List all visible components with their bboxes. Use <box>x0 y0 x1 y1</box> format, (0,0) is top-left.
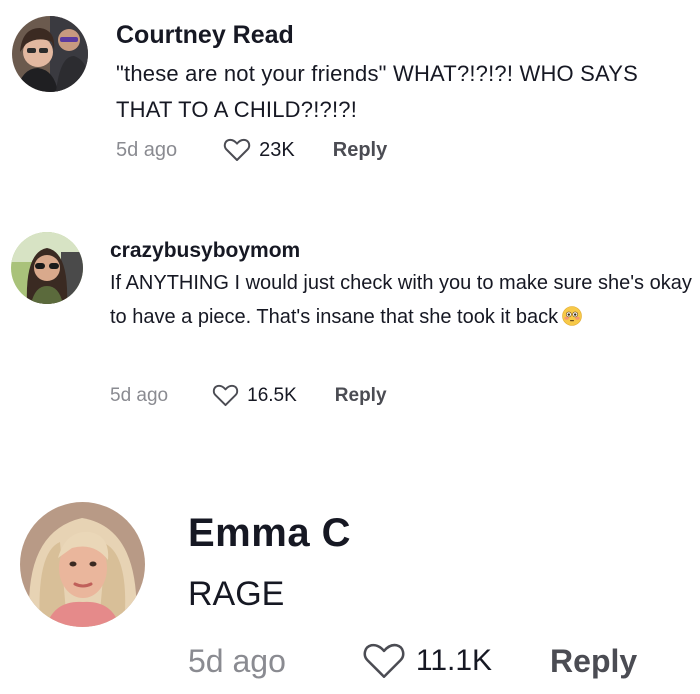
user-avatar-icon <box>11 232 83 304</box>
comment-item: Emma C RAGE 5d ago 11.1K Reply <box>0 490 700 694</box>
comment-meta: 5d ago 23K Reply <box>116 138 387 162</box>
heart-outline-icon <box>223 138 251 161</box>
comment-username[interactable]: crazybusyboymom <box>110 236 700 266</box>
avatar[interactable] <box>20 502 145 627</box>
comment-item: crazybusyboymom If ANYTHING I would just… <box>0 220 700 420</box>
comment-timestamp: 5d ago <box>188 642 286 679</box>
reply-button[interactable]: Reply <box>333 139 387 162</box>
comment-text: RAGE <box>188 575 285 613</box>
comment-text: If ANYTHING I would just check with you … <box>110 266 700 334</box>
heart-outline-icon <box>212 384 239 407</box>
user-avatar-icon <box>20 502 145 627</box>
avatar[interactable] <box>11 232 83 304</box>
comment-text-content: If ANYTHING I would just check with you … <box>110 272 692 328</box>
comment-timestamp: 5d ago <box>110 384 169 406</box>
comment-username[interactable]: Emma C <box>188 508 688 558</box>
user-avatar-icon <box>12 16 88 92</box>
like-count: 11.1K <box>415 644 493 677</box>
like-count: 16.5K <box>247 384 297 406</box>
reply-button[interactable]: Reply <box>335 385 387 407</box>
like-button[interactable]: 23K <box>223 138 295 162</box>
avatar[interactable] <box>12 16 88 92</box>
like-button[interactable]: 16.5K <box>212 384 297 407</box>
like-button[interactable]: 11.1K <box>362 642 492 680</box>
flushed-face-emoji-icon <box>562 306 582 326</box>
comment-text: "these are not your friends" WHAT?!?!?! … <box>116 61 639 122</box>
comment-timestamp: 5d ago <box>116 138 178 161</box>
reply-button[interactable]: Reply <box>550 643 637 680</box>
comment-username[interactable]: Courtney Read <box>116 18 696 52</box>
comment-meta: 5d ago 11.1K Reply <box>188 642 637 680</box>
comment-item: Courtney Read "these are not your friend… <box>0 0 700 190</box>
like-count: 23K <box>259 138 295 161</box>
comment-meta: 5d ago 16.5K Reply <box>110 384 387 407</box>
heart-outline-icon <box>363 643 405 678</box>
